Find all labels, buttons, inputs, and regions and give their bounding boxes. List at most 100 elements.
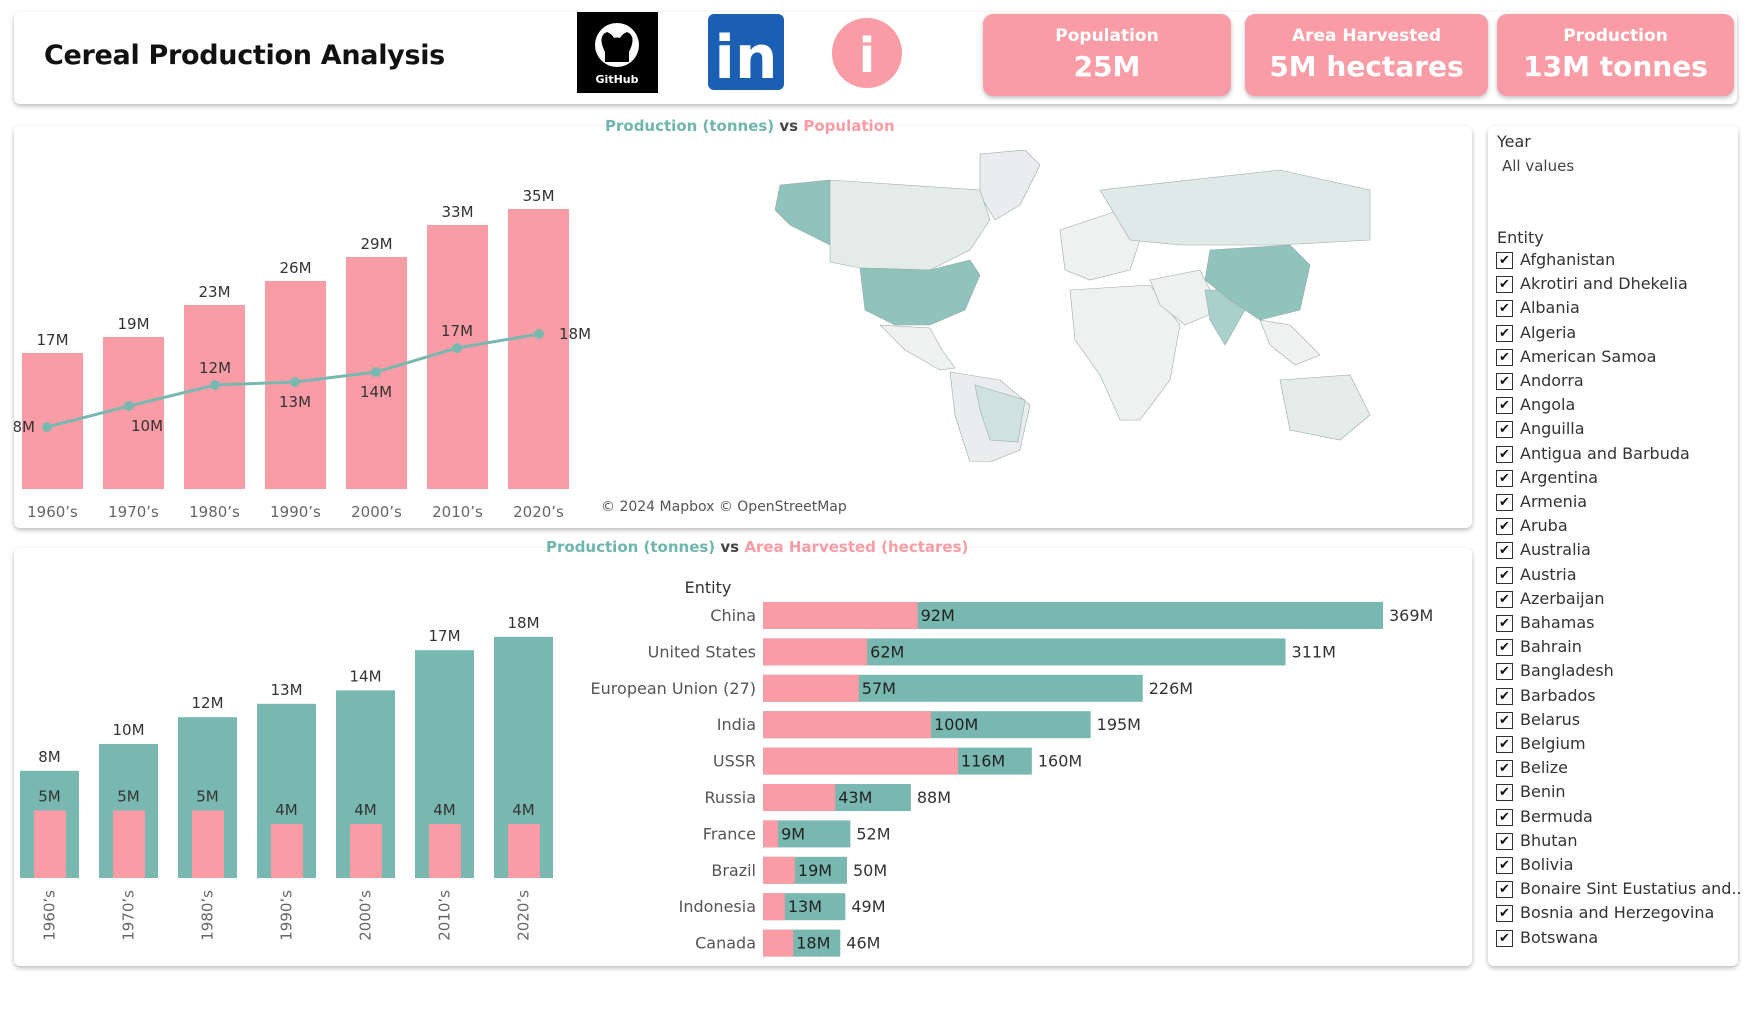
- entity-area-label: 19M: [798, 861, 832, 880]
- entity-filter-label: Bhutan: [1520, 830, 1578, 850]
- production-vs-area-chart: 8M 5M 1960’s 10M 5M 1970’s 12M 5M 1980’s 13M 4M 199…: [20, 614, 553, 941]
- checkbox[interactable]: ✔: [1496, 857, 1513, 874]
- checkbox[interactable]: ✔: [1496, 566, 1513, 584]
- checkbox[interactable]: ✔: [1496, 324, 1513, 342]
- checkbox[interactable]: ✔: [1496, 687, 1513, 705]
- checkbox[interactable]: ✔: [1496, 711, 1513, 729]
- entity-filter-label: Benin: [1520, 782, 1566, 802]
- chart2-title-vs: vs: [720, 538, 740, 556]
- area-bar: [113, 810, 145, 878]
- production-bar-label: 33M: [441, 203, 473, 221]
- entity-label: Russia: [705, 788, 756, 807]
- entity-filter-label: Bolivia: [1520, 855, 1574, 874]
- production-bar-label: 29M: [360, 235, 392, 253]
- world-map[interactable]: [680, 150, 1374, 462]
- production-bar-label: 23M: [198, 283, 230, 301]
- checkbox[interactable]: ✔: [1496, 808, 1513, 826]
- x-tick-label: 1960’s: [27, 503, 78, 521]
- production-bar-label: 12M: [191, 694, 223, 712]
- x-tick-label: 1990’s: [278, 890, 296, 941]
- checkbox[interactable]: ✔: [1496, 929, 1513, 947]
- area-bar: [192, 810, 224, 878]
- entity-filter-label: Bangladesh: [1520, 661, 1614, 681]
- chart1-title-a: Production (tonnes): [605, 117, 775, 135]
- entity-filter-label: Bahrain: [1520, 637, 1582, 657]
- entity-filter-label: Entity: [1497, 228, 1544, 247]
- checkbox[interactable]: ✔: [1496, 445, 1513, 463]
- checkbox[interactable]: ✔: [1496, 663, 1513, 681]
- x-tick-label: 1990’s: [270, 503, 321, 521]
- x-tick-label: 2000’s: [351, 503, 402, 521]
- entity-label: Brazil: [711, 861, 756, 880]
- checkbox[interactable]: ✔: [1496, 373, 1513, 390]
- checkbox[interactable]: ✔: [1496, 421, 1513, 439]
- entity-area-bar: [763, 856, 795, 884]
- checkbox[interactable]: ✔: [1496, 832, 1513, 850]
- entity-filter-label: Aruba: [1520, 516, 1568, 536]
- checkbox[interactable]: ✔: [1496, 397, 1513, 415]
- checkbox[interactable]: ✔: [1496, 252, 1513, 269]
- population-point: [452, 343, 462, 353]
- kpi-population: Population 25M: [983, 14, 1231, 96]
- checkbox[interactable]: ✔: [1496, 639, 1513, 657]
- entity-area-bar: [763, 674, 859, 702]
- year-filter-value[interactable]: All values: [1502, 157, 1574, 175]
- entity-area-label: 18M: [796, 934, 830, 953]
- checkbox[interactable]: ✔: [1496, 300, 1513, 318]
- checkbox[interactable]: ✔: [1496, 784, 1513, 802]
- population-point-label: 14M: [360, 383, 392, 401]
- chart2-title-a: Production (tonnes): [546, 538, 716, 556]
- area-bar: [34, 810, 66, 878]
- entity-filter-label: Bonaire Sint Eustatius and..: [1520, 879, 1742, 899]
- entity-filter-label: Andorra: [1520, 371, 1584, 390]
- entity-area-bar: [763, 711, 932, 739]
- checkbox[interactable]: ✔: [1496, 469, 1513, 487]
- checkbox[interactable]: ✔: [1496, 518, 1513, 536]
- production-bar: [184, 305, 245, 489]
- entity-area-bar: [763, 893, 785, 921]
- area-bar-label: 4M: [512, 801, 535, 819]
- entity-filter-label: Algeria: [1520, 322, 1577, 342]
- checkbox[interactable]: ✔: [1496, 736, 1513, 753]
- year-filter-label: Year: [1497, 132, 1531, 151]
- entity-production-label: 49M: [851, 897, 885, 916]
- entity-production-label: 50M: [853, 861, 887, 880]
- chart1-title: Production (tonnes) vs Population: [605, 117, 895, 135]
- population-point: [210, 380, 220, 390]
- entity-label: Canada: [695, 934, 756, 953]
- checkbox[interactable]: ✔: [1496, 881, 1513, 899]
- entity-production-label: 195M: [1097, 715, 1141, 734]
- checkbox[interactable]: ✔: [1496, 615, 1513, 632]
- x-tick-label: 1970’s: [108, 503, 159, 521]
- kpi-population-label: Population: [1055, 26, 1159, 46]
- area-bar: [271, 824, 303, 878]
- population-point-label: 12M: [199, 359, 231, 377]
- x-tick-label: 2010’s: [432, 503, 483, 521]
- entity-filter-label: Afghanistan: [1520, 250, 1616, 269]
- linkedin-icon[interactable]: in: [708, 14, 784, 93]
- entity-area-label: 9M: [781, 824, 805, 843]
- entity-filter-label: American Samoa: [1520, 346, 1657, 366]
- population-point: [42, 422, 52, 432]
- svg-text:in: in: [714, 23, 777, 90]
- area-bar-label: 4M: [354, 801, 377, 819]
- chart1-title-b: Population: [803, 117, 895, 135]
- entity-label: USSR: [713, 752, 756, 771]
- checkbox[interactable]: ✔: [1496, 905, 1513, 923]
- area-bar: [508, 824, 540, 878]
- checkbox[interactable]: ✔: [1496, 494, 1513, 511]
- entity-filter-label: Angola: [1520, 395, 1576, 415]
- population-point-label: 10M: [131, 417, 163, 435]
- checkbox[interactable]: ✔: [1496, 760, 1513, 778]
- entity-label: United States: [648, 642, 756, 661]
- checkbox[interactable]: ✔: [1496, 590, 1513, 608]
- area-bar: [350, 824, 382, 878]
- chart2-title-b: Area Harvested (hectares): [744, 538, 969, 556]
- entity-filter-label: Anguilla: [1520, 419, 1585, 439]
- checkbox[interactable]: ✔: [1496, 276, 1513, 294]
- info-icon[interactable]: i: [832, 18, 902, 88]
- checkbox[interactable]: ✔: [1496, 542, 1513, 560]
- github-icon[interactable]: GitHub: [577, 12, 658, 93]
- entity-label: Indonesia: [679, 897, 756, 916]
- checkbox[interactable]: ✔: [1496, 348, 1513, 366]
